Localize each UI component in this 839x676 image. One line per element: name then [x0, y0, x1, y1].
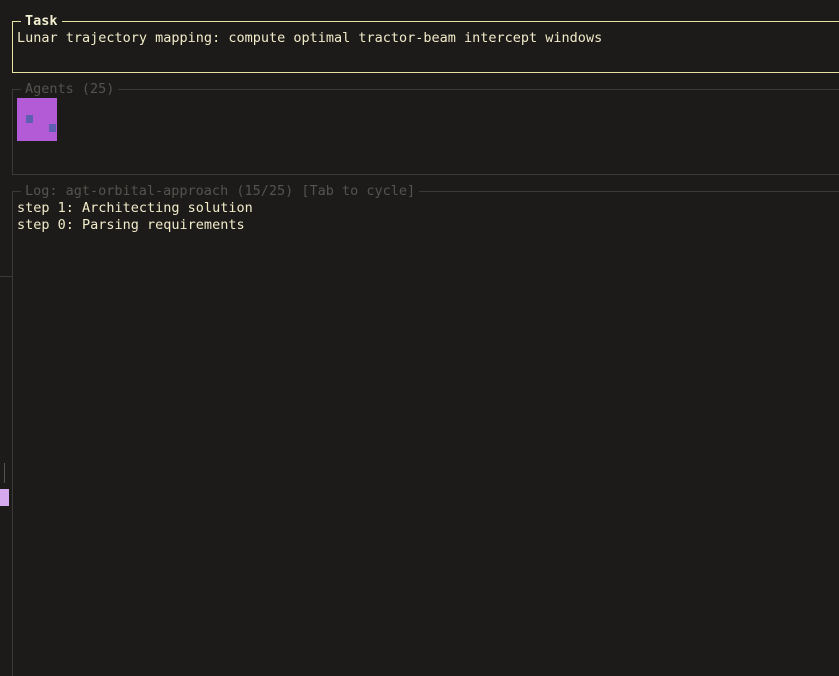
log-lines: step 1: Architecting solution step 0: Pa…	[17, 200, 253, 234]
side-cursor-block	[0, 489, 9, 506]
log-line: step 1: Architecting solution	[17, 200, 253, 216]
task-panel-title: Task	[21, 13, 62, 29]
log-panel[interactable]: Log: agt-orbital-approach (15/25) [Tab t…	[12, 183, 839, 676]
agents-panel-title: Agents (25)	[21, 81, 119, 97]
task-description: Lunar trajectory mapping: compute optima…	[17, 30, 603, 46]
agent-status-dot	[49, 124, 56, 132]
log-line: step 0: Parsing requirements	[17, 217, 245, 233]
agent-status-dot	[26, 115, 33, 123]
side-scroll-tick	[4, 463, 5, 483]
log-panel-title: Log: agt-orbital-approach (15/25) [Tab t…	[21, 183, 420, 199]
terminal-window: Task Lunar trajectory mapping: compute o…	[0, 0, 839, 676]
agent-grid	[17, 98, 57, 141]
agent-tile[interactable]	[17, 98, 57, 141]
side-divider	[0, 276, 12, 277]
agents-panel: Agents (25)	[12, 81, 839, 175]
task-panel: Task Lunar trajectory mapping: compute o…	[12, 13, 839, 73]
